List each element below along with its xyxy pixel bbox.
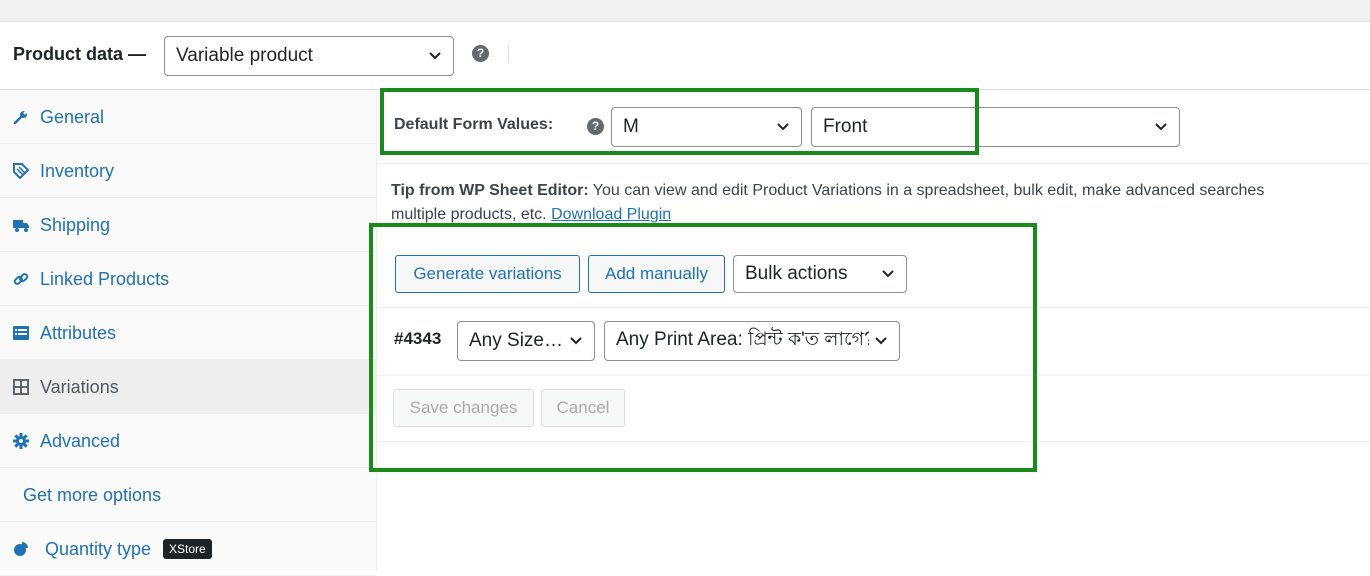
- link-icon: [13, 272, 29, 285]
- pie-icon: [14, 541, 28, 556]
- tab-label: Shipping: [40, 214, 111, 235]
- tab-label: Variations: [40, 376, 119, 397]
- chevron-down-icon: [429, 52, 441, 60]
- tab-inventory[interactable]: Inventory: [0, 144, 376, 198]
- tip-text-line2: multiple products, etc.: [391, 206, 552, 223]
- tab-shipping[interactable]: Shipping: [0, 198, 376, 252]
- tab-attributes[interactable]: Attributes: [0, 306, 376, 360]
- tab-label: Inventory: [40, 160, 115, 181]
- tab-label: Linked Products: [40, 268, 170, 289]
- header-divider: [508, 45, 509, 63]
- tab-quantity-type[interactable]: Quantity type XStore: [0, 522, 376, 576]
- grid-icon: [13, 378, 29, 395]
- wrench-icon: [13, 110, 27, 124]
- chevron-down-icon: [1155, 123, 1167, 131]
- highlight-box-default-values: [380, 88, 979, 155]
- product-data-header: Product data — Variable product ?: [0, 22, 1370, 90]
- tab-label: General: [40, 106, 105, 127]
- list-icon: [13, 325, 29, 340]
- tab-general[interactable]: General: [0, 90, 376, 144]
- truck-icon: [13, 219, 29, 232]
- product-data-tabs: General Inventory Shipping Linked Produc…: [0, 90, 377, 576]
- tag-icon: [13, 162, 30, 179]
- tab-label: Quantity type: [45, 538, 152, 559]
- tab-label: Get more options: [23, 484, 162, 505]
- tab-get-more-options[interactable]: Get more options: [0, 468, 376, 522]
- divider: [377, 163, 1370, 164]
- product-data-label: Product data —: [13, 44, 147, 64]
- product-type-value: Variable product: [176, 45, 313, 66]
- tab-label: Advanced: [40, 430, 121, 451]
- highlight-box-variations: [369, 223, 1037, 472]
- tab-variations[interactable]: Variations: [0, 360, 376, 414]
- tip-text: You can view and edit Product Variations…: [588, 182, 1265, 199]
- product-type-select[interactable]: Variable product: [164, 36, 454, 76]
- wp-sheet-editor-tip: Tip from WP Sheet Editor: You can view a…: [391, 179, 1370, 227]
- download-plugin-link[interactable]: Download Plugin: [551, 206, 671, 223]
- tip-title: Tip from WP Sheet Editor:: [391, 182, 589, 199]
- tab-advanced[interactable]: Advanced: [0, 414, 376, 468]
- tab-linked-products[interactable]: Linked Products: [0, 252, 376, 306]
- xstore-badge: XStore: [163, 538, 212, 559]
- help-icon[interactable]: ?: [472, 45, 489, 62]
- tab-label: Attributes: [40, 322, 117, 343]
- top-strip: [0, 0, 1370, 22]
- gear-icon: [13, 432, 29, 449]
